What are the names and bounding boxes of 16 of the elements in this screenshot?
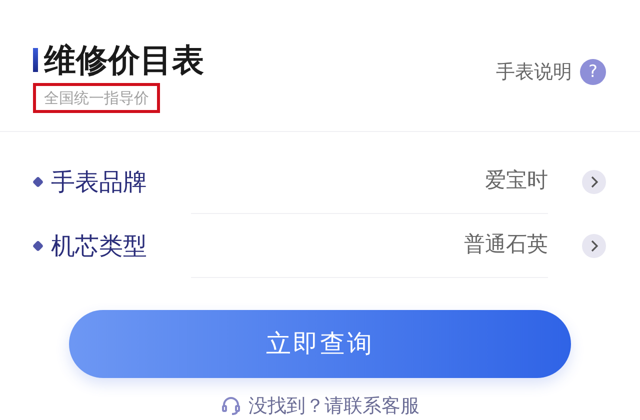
help-icon[interactable]: ?: [580, 59, 606, 86]
select-field[interactable]: 普通石英: [191, 214, 548, 278]
chevron-right-icon[interactable]: [582, 234, 606, 258]
chevron-right-icon[interactable]: [582, 170, 606, 194]
bullet-icon: [32, 176, 44, 188]
subtitle: 全国统一指导价: [33, 83, 160, 113]
watch-info-link[interactable]: 手表说明: [496, 58, 572, 86]
field-label: 机芯类型: [51, 230, 148, 262]
bullet-icon: [32, 240, 44, 252]
page-title: 维修价目表: [44, 40, 204, 80]
query-button[interactable]: 立即查询: [69, 310, 571, 378]
contact-support-link[interactable]: 没找到？请联系客服: [248, 392, 420, 420]
select-field[interactable]: 爱宝时: [191, 150, 548, 214]
field-label: 手表品牌: [51, 166, 148, 198]
headset-icon: [220, 396, 240, 416]
title-accent-bar: [33, 48, 38, 72]
